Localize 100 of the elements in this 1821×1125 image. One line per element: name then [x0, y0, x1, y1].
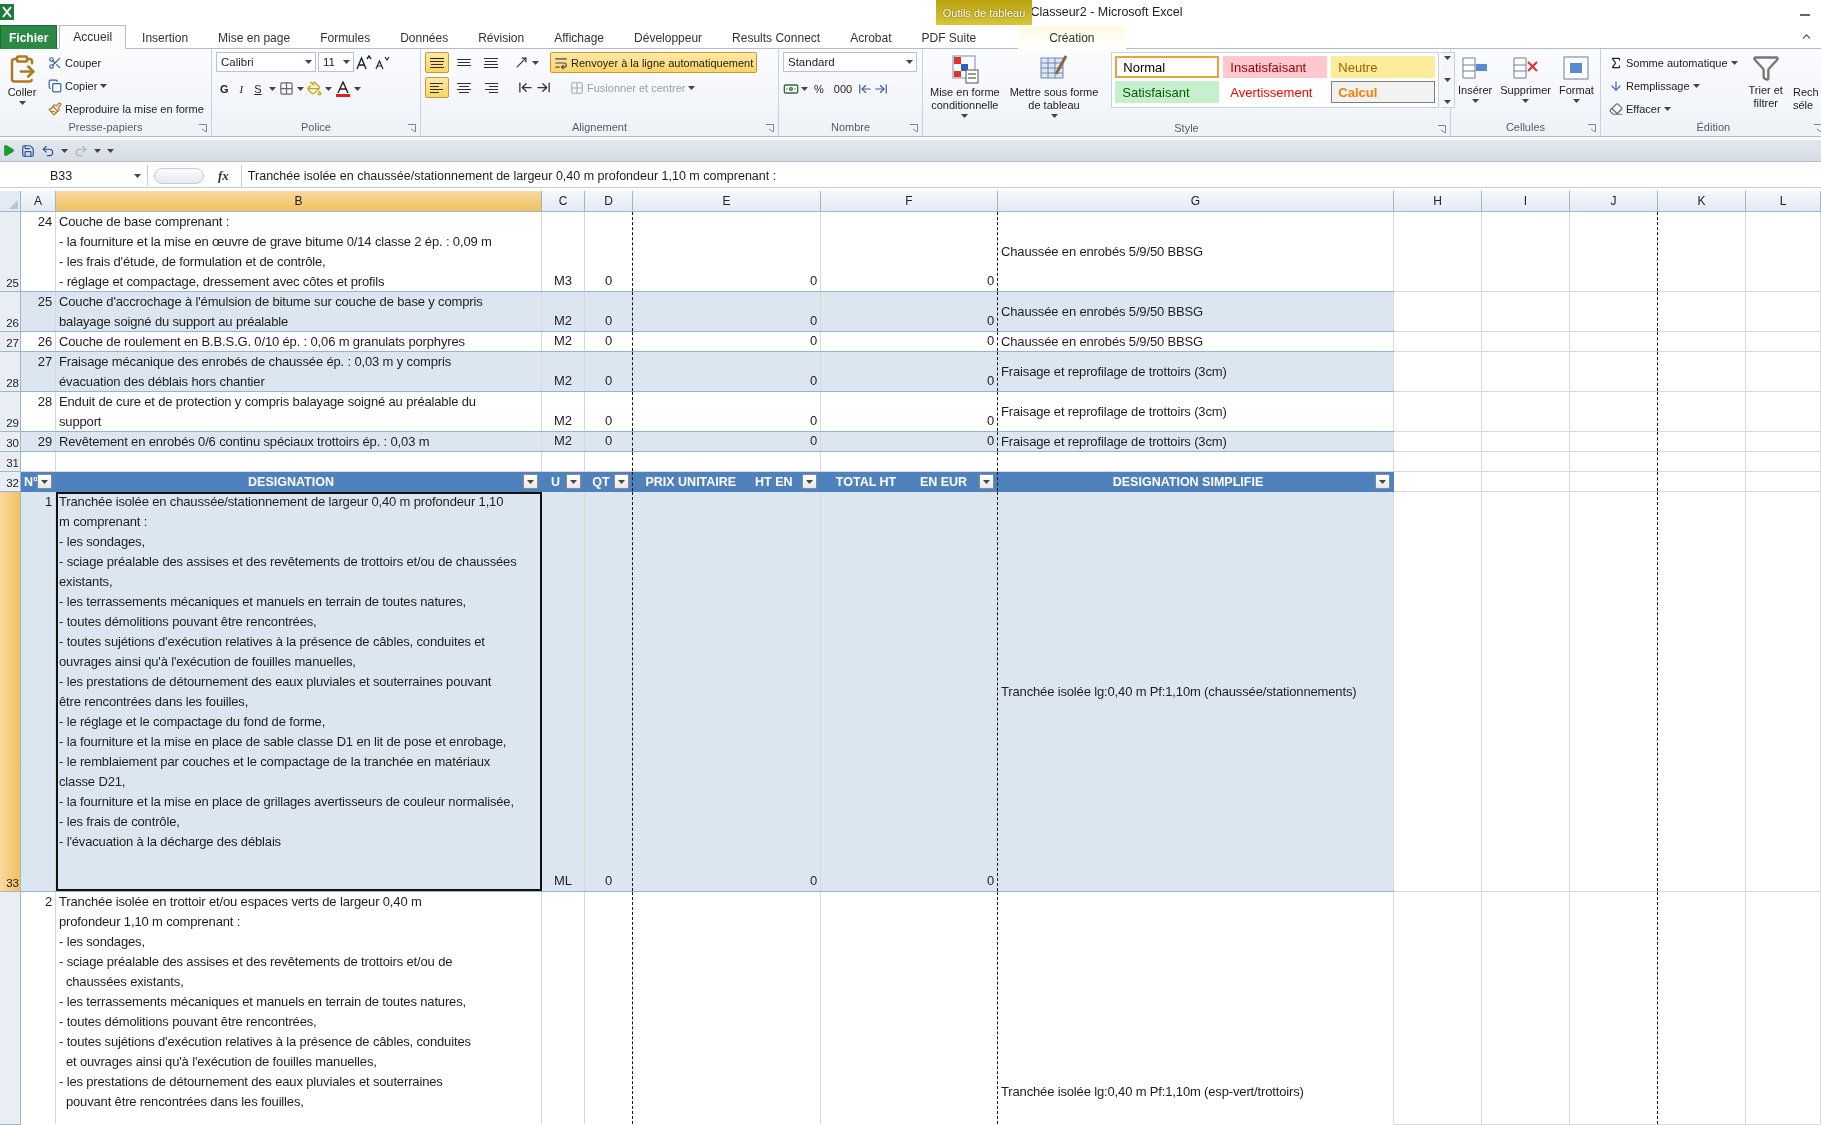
percent-button[interactable]: % — [810, 78, 828, 99]
filter-button[interactable] — [979, 474, 994, 489]
filter-button[interactable] — [523, 474, 538, 489]
filter-button[interactable] — [614, 474, 629, 489]
row-header[interactable]: 29 — [0, 392, 21, 432]
align-left-button[interactable] — [425, 77, 449, 98]
name-box[interactable]: B33 — [0, 165, 148, 186]
column-header[interactable]: L — [1746, 191, 1821, 212]
number-format-select[interactable]: Standard — [783, 52, 917, 72]
ribbon-tab[interactable]: Mise en page — [204, 25, 305, 49]
copy-button[interactable]: Copier — [44, 75, 208, 96]
dialog-launcher-icon[interactable] — [1588, 124, 1596, 132]
font-color-icon[interactable] — [334, 80, 351, 97]
insert-cells-button[interactable]: Insérer — [1455, 52, 1496, 119]
dialog-launcher-icon[interactable] — [1438, 125, 1446, 133]
ribbon-tab[interactable]: Acrobat — [836, 25, 906, 49]
cell-style-option[interactable]: Normal — [1115, 56, 1220, 78]
increase-indent-icon — [536, 80, 551, 95]
column-header[interactable]: D — [585, 191, 633, 212]
cell-style-option[interactable]: Satisfaisant — [1115, 81, 1220, 103]
italic-button[interactable]: I — [235, 78, 248, 99]
filter-button[interactable] — [1375, 474, 1390, 489]
column-header[interactable]: J — [1570, 191, 1658, 212]
caret-icon — [532, 60, 539, 65]
play-icon[interactable] — [2, 144, 15, 157]
ribbon-tab[interactable]: Fichier — [0, 25, 58, 49]
column-header[interactable]: G — [998, 191, 1394, 212]
fill-button[interactable]: Remplissage — [1605, 75, 1742, 96]
row-header[interactable]: 30 — [0, 432, 21, 452]
find-select-button[interactable]: Rech séle — [1789, 52, 1821, 119]
column-header[interactable]: A — [21, 191, 56, 212]
ribbon-tab[interactable]: Results Connect — [718, 25, 835, 49]
font-name-select[interactable]: Calibri — [216, 52, 316, 72]
bold-button[interactable]: G — [216, 78, 233, 99]
ribbon-tab[interactable]: Affichage — [540, 25, 619, 49]
paste-button[interactable]: Coller — [4, 52, 40, 119]
filter-button[interactable] — [802, 474, 817, 489]
scroll-down-icon — [1444, 78, 1452, 82]
filter-button[interactable] — [566, 474, 581, 489]
thousands-button[interactable]: 000 — [829, 78, 857, 99]
grow-font-icon[interactable] — [356, 54, 372, 70]
align-middle-icon — [456, 59, 472, 66]
ribbon-tab[interactable]: Données — [386, 25, 463, 49]
ribbon-tab[interactable]: PDF Suite — [907, 25, 991, 49]
caret-icon — [305, 60, 312, 64]
column-header[interactable]: I — [1482, 191, 1570, 212]
format-painter-button[interactable]: Reproduire la mise en forme — [44, 98, 208, 119]
row-header[interactable]: 28 — [0, 352, 21, 392]
column-header[interactable]: H — [1394, 191, 1482, 212]
column-header[interactable]: E — [633, 191, 821, 212]
column-header[interactable]: C — [542, 191, 585, 212]
autosum-button[interactable]: Somme automatique — [1605, 52, 1742, 73]
row-header[interactable]: 25 — [0, 212, 21, 292]
quantity-cell-text: 0 — [604, 432, 613, 450]
format-cells-button[interactable]: Format — [1556, 52, 1597, 119]
shrink-font-icon[interactable] — [374, 54, 390, 70]
row-header[interactable]: 26 — [0, 292, 21, 332]
row-header[interactable]: 32 — [0, 472, 21, 492]
insert-function-button[interactable]: fx — [218, 167, 229, 184]
decrease-decimal-icon — [874, 81, 889, 96]
sort-filter-button[interactable]: Trier et filtrer — [1745, 52, 1786, 119]
formula-field[interactable]: Tranchée isolée en chaussée/stationnement de largeur 0,40 m profondeur 1,10 m comprenant : — [240, 164, 1821, 187]
designation-text: Tranchée isolée en chaussée/stationnement de largeur 0,40 m profondeur 1,10 m comprenant : - les sondages, - sciage préalable des assises et des revêtements de trottoirs et/ou de chaussées existants, - les terrassements mécaniques et manuels en terrain de toutes natures, - toutes démolitions pouvant être rencontrées, - toutes sujétions d'exécution relatives à la présence de câbles, conduites et ouvrages ainsi qu'à l'exécution de fouilles manuelles, - les prestations de détournement des eaux pluviales et souterraines pouvant être rencontrées dans les fouilles, - le réglage et le compactage du fond de forme, - la fourniture et la mise en place de sable classe D1 en lit de pose et enrobage, - le remblaiement par couches et le compactage de la tranchée en matériaux classe D21, - la fourniture et la mise en place de grillages avertisseurs de couleur normalisée, - les frais de contrôle, - l'évacuation à la décharge des déblais — [59, 493, 517, 851]
save-icon[interactable] — [21, 143, 35, 158]
formula-bar-handle[interactable] — [154, 167, 204, 184]
dialog-launcher-icon[interactable] — [910, 124, 918, 132]
column-heading: DESIGNATION — [248, 474, 334, 489]
clear-button[interactable]: Effacer — [1605, 98, 1742, 119]
dialog-launcher-icon[interactable] — [1813, 124, 1821, 132]
row-header[interactable]: 31 — [0, 452, 21, 472]
dialog-launcher-icon[interactable] — [408, 124, 416, 132]
quantity-cell-text: 0 — [604, 412, 613, 430]
undo-icon[interactable] — [41, 143, 55, 158]
column-header[interactable]: B — [56, 191, 542, 212]
filter-button[interactable] — [37, 474, 52, 489]
ribbon-tab[interactable]: Insertion — [128, 25, 203, 49]
delete-cells-button[interactable]: Supprimer — [1497, 52, 1554, 119]
dialog-launcher-icon[interactable] — [766, 124, 774, 132]
wrap-text-button[interactable]: Renvoyer à la ligne automatiquement — [550, 52, 758, 73]
column-header[interactable]: F — [821, 191, 998, 212]
row-header[interactable]: 33 — [0, 492, 21, 892]
ribbon-tab[interactable]: Formules — [306, 25, 385, 49]
cell-style-option[interactable]: Neutre — [1331, 56, 1436, 78]
ribbon-tab[interactable]: Accueil — [59, 25, 127, 49]
underline-button[interactable]: S — [250, 78, 266, 99]
format-as-table-button[interactable]: Mettre sous forme de tableau — [1006, 52, 1102, 120]
cell-style-option[interactable]: Avertissement — [1223, 81, 1328, 103]
active-cell[interactable] — [56, 492, 542, 891]
caret-icon — [961, 114, 969, 118]
column-header[interactable]: K — [1658, 191, 1746, 212]
align-top-button[interactable] — [425, 52, 449, 73]
row-header[interactable]: 27 — [0, 332, 21, 352]
cell-style-option[interactable]: Insatisfaisant — [1223, 56, 1328, 78]
dialog-launcher-icon[interactable] — [199, 124, 207, 132]
ribbon-tab[interactable]: Développeur — [620, 25, 717, 49]
ribbon-tab[interactable]: Création — [1018, 25, 1126, 49]
font-size-select[interactable]: 11 — [318, 52, 354, 72]
conditional-formatting-button[interactable]: Mise en forme conditionnelle — [927, 52, 1003, 120]
cut-button[interactable]: Couper — [44, 52, 208, 73]
ribbon-tab[interactable]: Révision — [464, 25, 539, 49]
